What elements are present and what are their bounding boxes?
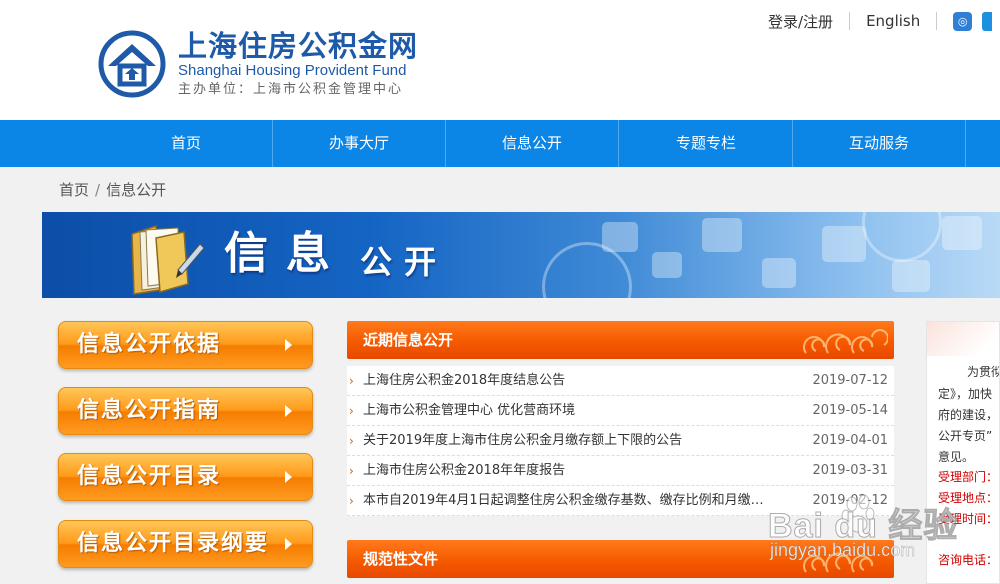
- list-item[interactable]: › 关于2019年度上海市住房公积金月缴存额上下限的公告 2019-04-01: [347, 426, 894, 456]
- chevron-right-icon: ›: [349, 434, 354, 448]
- recent-disclosure-header: 近期信息公开: [347, 321, 894, 359]
- panel-header-decoration: [927, 322, 999, 356]
- banner-decoration: [822, 226, 866, 262]
- news-date: 2019-03-31: [812, 463, 888, 478]
- side-menu-label: 信息公开依据: [77, 332, 222, 357]
- banner-decoration: [862, 212, 942, 262]
- panel-text: 意见。: [938, 450, 975, 464]
- news-title[interactable]: 关于2019年度上海市住房公积金月缴存额上下限的公告: [363, 426, 768, 456]
- breadcrumb: 首页 / 信息公开: [59, 180, 166, 200]
- news-date: 2019-04-01: [812, 433, 888, 448]
- breadcrumb-current: 信息公开: [106, 181, 167, 199]
- news-title[interactable]: 上海市公积金管理中心 优化营商环境: [363, 396, 768, 426]
- side-menu-catalog-outline[interactable]: 信息公开目录纲要: [58, 520, 313, 568]
- news-date: 2019-07-12: [812, 373, 888, 388]
- top-links: 登录/注册 English ◎: [768, 10, 993, 32]
- chevron-right-icon: ›: [349, 464, 354, 478]
- page-banner: 信息 公开: [42, 212, 1000, 298]
- news-date: 2019-05-14: [812, 403, 888, 418]
- nav-special-topics[interactable]: 专题专栏: [620, 120, 793, 167]
- recent-disclosure-title[interactable]: 近期信息公开: [363, 321, 453, 359]
- panel-text: 府的建设，: [938, 408, 999, 422]
- panel-text: 公开专页”: [938, 429, 993, 443]
- news-title[interactable]: 上海市住房公积金2018年年度报告: [363, 456, 768, 486]
- breadcrumb-home[interactable]: 首页: [59, 181, 89, 199]
- site-sponsor: 主办单位：上海市公积金管理中心: [178, 82, 404, 97]
- side-menu-basis[interactable]: 信息公开依据: [58, 321, 313, 369]
- side-menu-label: 信息公开指南: [77, 398, 222, 423]
- banner-decoration: [892, 260, 930, 292]
- side-menu-catalog[interactable]: 信息公开目录: [58, 453, 313, 501]
- chevron-right-icon: ›: [349, 374, 354, 388]
- divider: [936, 12, 938, 30]
- side-menu-label: 信息公开目录: [77, 464, 222, 489]
- main-nav: 首页 办事大厅 信息公开 专题专栏 互动服务: [0, 120, 1000, 167]
- list-item[interactable]: › 上海住房公积金2018年度结息公告 2019-07-12: [347, 366, 894, 396]
- banner-decoration: [942, 216, 982, 250]
- site-header: 上海住房公积金网 Shanghai Housing Provident Fund…: [0, 0, 1000, 120]
- site-name-cn[interactable]: 上海住房公积金网: [178, 30, 418, 62]
- list-item[interactable]: › 上海市住房公积金2018年年度报告 2019-03-31: [347, 456, 894, 486]
- arrow-right-icon: [285, 538, 292, 550]
- nav-info-disclosure[interactable]: 信息公开: [446, 120, 619, 167]
- normative-docs-title[interactable]: 规范性文件: [363, 540, 438, 578]
- nav-service-hall[interactable]: 办事大厅: [273, 120, 446, 167]
- nav-home[interactable]: 首页: [100, 120, 273, 167]
- chevron-right-icon: ›: [349, 404, 354, 418]
- banner-title-main: 信息: [224, 228, 348, 279]
- cloud-pattern-icon: [803, 329, 888, 354]
- panel-text: 定》，加快: [938, 387, 993, 401]
- breadcrumb-separator: /: [95, 181, 101, 199]
- chevron-right-icon: ›: [349, 494, 354, 508]
- site-name-en: Shanghai Housing Provident Fund: [178, 62, 407, 79]
- banner-decoration: [762, 258, 796, 288]
- list-item[interactable]: › 上海市公积金管理中心 优化营商环境 2019-05-14: [347, 396, 894, 426]
- arrow-right-icon: [285, 405, 292, 417]
- login-register-link[interactable]: 登录/注册: [768, 11, 833, 32]
- english-link[interactable]: English: [866, 12, 920, 30]
- arrow-right-icon: [285, 471, 292, 483]
- panel-text: 为贯彻: [967, 365, 1000, 379]
- weibo-icon[interactable]: [982, 11, 993, 31]
- news-title[interactable]: 本市自2019年4月1日起调整住房公积金缴存基数、缴存比例和月缴存额上下限的通知: [363, 486, 768, 516]
- arrow-right-icon: [285, 339, 292, 351]
- housing-fund-logo-icon[interactable]: [98, 30, 166, 98]
- app-icon[interactable]: ◎: [953, 11, 973, 31]
- folder-icon: [131, 224, 205, 295]
- nav-interactive[interactable]: 互动服务: [793, 120, 966, 167]
- side-menu-guide[interactable]: 信息公开指南: [58, 387, 313, 435]
- banner-decoration: [702, 218, 742, 252]
- side-menu-label: 信息公开目录纲要: [77, 531, 270, 556]
- banner-decoration: [652, 252, 682, 278]
- news-title[interactable]: 上海住房公积金2018年度结息公告: [363, 366, 768, 396]
- divider: [849, 12, 851, 30]
- dept-label: 受理部门：: [938, 470, 999, 484]
- banner-title-secondary: 公开: [360, 243, 449, 281]
- watermark-url: jingyan.baidu.com: [770, 540, 916, 561]
